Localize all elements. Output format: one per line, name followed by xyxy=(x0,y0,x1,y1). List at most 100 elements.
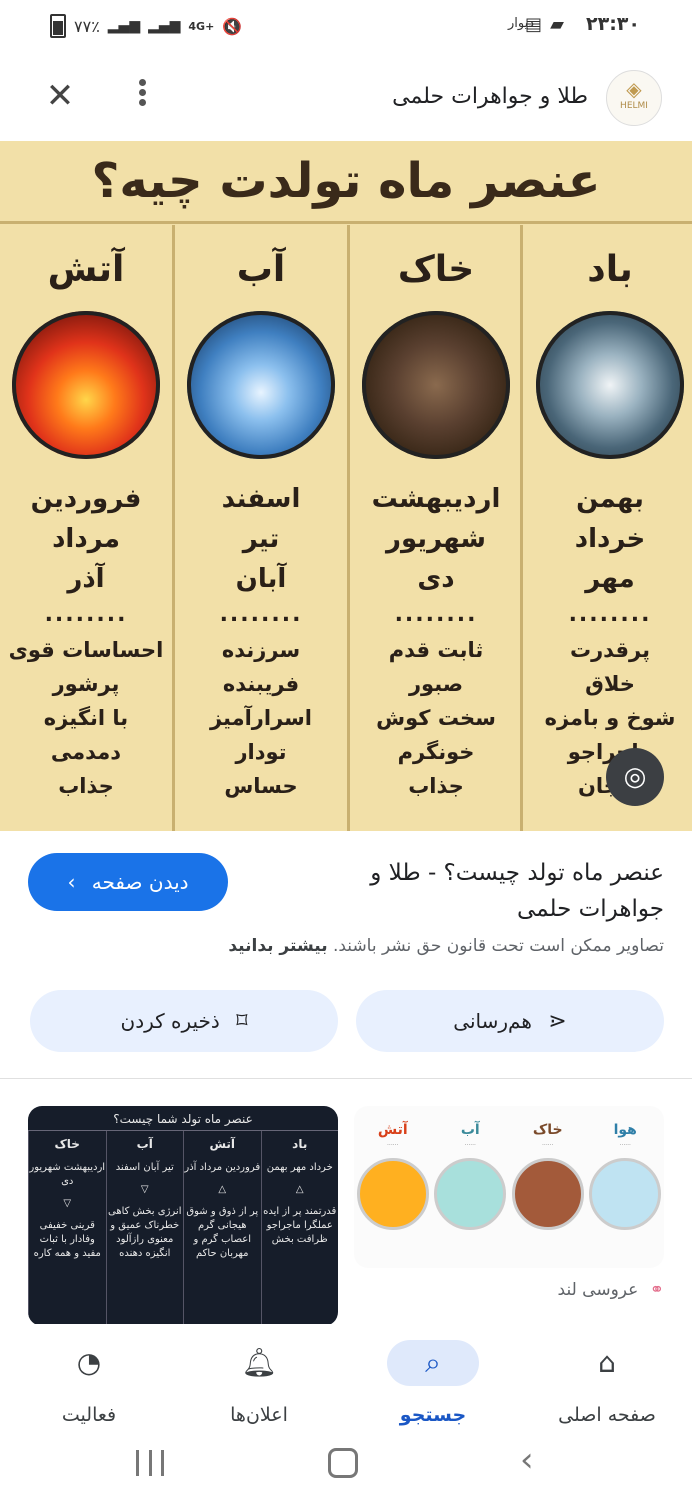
related-image-title: عنصر ماه تولد شما چیست؟ xyxy=(28,1112,338,1131)
related-image[interactable]: عنصر ماه تولد شما چیست؟ باد خرداد مهر به… xyxy=(28,1106,338,1326)
related-column: خاک اردیبهشت شهریور دی ▽ قرینی خفیفی وفا… xyxy=(28,1131,106,1326)
battery-icon xyxy=(50,14,66,38)
system-navigation: ‹ xyxy=(0,1436,692,1500)
logo-text: HELMI xyxy=(620,101,648,111)
related-column: خاک ······ xyxy=(509,1106,587,1268)
month: اردیبهشت xyxy=(371,484,501,514)
trait: سخت کوش xyxy=(376,706,496,730)
earth-icon xyxy=(362,311,510,459)
nav-search[interactable]: ⌕ جستجو xyxy=(348,1332,518,1432)
nav-home[interactable]: ⌂ صفحه اصلی xyxy=(522,1332,692,1432)
month: مرداد xyxy=(52,524,120,554)
element-column-earth: خاک اردیبهشت شهریور دی ........ ثابت قدم… xyxy=(350,225,522,831)
trait: فریبنده xyxy=(222,672,300,696)
activity-icon: ◔ xyxy=(76,1346,102,1379)
recents-icon[interactable] xyxy=(136,1450,164,1478)
close-icon[interactable]: ✕ xyxy=(40,76,80,116)
related-column-name: آب xyxy=(136,1137,153,1151)
dots-separator: ........ xyxy=(219,602,303,627)
element-name: آتش xyxy=(47,249,125,290)
result-title[interactable]: عنصر ماه تولد چیست؟ - طلا و جواهرات حلمی xyxy=(334,855,664,927)
trait: دمدمی xyxy=(50,740,122,764)
trait: خلاق xyxy=(585,672,635,696)
mute-icon: 🔇 xyxy=(222,16,243,36)
divider xyxy=(0,1078,692,1079)
water-icon xyxy=(187,311,335,459)
element-name: خاک xyxy=(397,249,475,290)
related-image[interactable]: هوا ······ خاک ······ آب ······ آتش ····… xyxy=(354,1106,664,1268)
nav-label: فعالیت xyxy=(61,1404,117,1426)
related-column-months: اردیبهشت شهریور دی xyxy=(29,1162,106,1187)
trait: صبور xyxy=(408,672,464,696)
search-icon: ⌕ xyxy=(387,1340,479,1386)
related-column-name: آتش xyxy=(377,1122,408,1138)
trait: شوخ و بامزه xyxy=(544,706,676,730)
calendar-icon: ▤ xyxy=(524,14,542,35)
page-header: ✕ طلا و جواهرات حلمی ◈ HELMI xyxy=(0,62,692,134)
visit-page-button[interactable]: دیدن صفحه › xyxy=(28,853,228,911)
trait: با انگیزه xyxy=(43,706,129,730)
trait: پرشور xyxy=(52,672,120,696)
related-column-name: آتش xyxy=(209,1137,236,1151)
wind-icon xyxy=(536,311,684,459)
related-column-traits: انرژی بخش کاهی خطرناک عمیق و معنوی رازآل… xyxy=(108,1206,182,1259)
home-icon: ⌂ xyxy=(598,1346,616,1379)
dots-separator: ........ xyxy=(568,602,652,627)
related-column: آتش ······ xyxy=(354,1106,432,1268)
signal-icon: ▂▄▆ xyxy=(107,18,141,34)
copyright-notice: تصاویر ممکن است تحت قانون حق نشر باشند. … xyxy=(24,936,664,956)
related-column-name: آب xyxy=(460,1122,480,1138)
trait: احساسات قوی xyxy=(8,638,164,662)
trait: پرقدرت xyxy=(569,638,651,662)
trait: سرزنده xyxy=(221,638,301,662)
bottom-navigation: ⌂ صفحه اصلی ⌕ جستجو 🔔︎ اعلان‌ها ◔ فعالیت xyxy=(0,1324,692,1436)
related-column-months: فروردین مرداد آذر xyxy=(184,1162,261,1173)
triangle-icon: ▽ xyxy=(140,1184,149,1195)
share-label: هم‌رسانی xyxy=(453,1009,532,1033)
nav-label: صفحه اصلی xyxy=(558,1404,656,1426)
message-icon: ▰ xyxy=(550,14,564,35)
related-column-traits: پر از ذوق و شوق هیجانی گرم اعصاب گرم و م… xyxy=(186,1206,259,1259)
more-options-icon[interactable] xyxy=(122,76,162,116)
nav-activity[interactable]: ◔ فعالیت xyxy=(4,1332,174,1432)
triangle-icon: △ xyxy=(218,1184,227,1195)
save-button[interactable]: ⌑ ذخیره کردن xyxy=(30,990,338,1052)
trait: اسرارآمیز xyxy=(209,706,313,730)
lens-search-icon[interactable]: ◎ xyxy=(606,748,664,806)
related-column-name: خاک xyxy=(532,1122,563,1138)
clock: ۲۳:۳۰ xyxy=(586,13,640,35)
related-source[interactable]: ⚭ عروسی لند xyxy=(558,1280,664,1300)
diamond-icon: ◈ xyxy=(626,77,642,101)
back-icon[interactable]: ‹ xyxy=(520,1440,534,1480)
related-column: آتش فروردین مرداد آذر △ پر از ذوق و شوق … xyxy=(183,1131,261,1326)
network-type: 4G+ xyxy=(188,19,215,33)
visit-page-label: دیدن صفحه xyxy=(91,870,189,894)
cloud-icon xyxy=(589,1158,662,1230)
related-column-months: تیر آبان اسفند xyxy=(115,1162,174,1173)
trait: ثابت قدم xyxy=(388,638,484,662)
trait: جذاب xyxy=(408,774,464,798)
fine-print: ······ xyxy=(542,1142,554,1149)
related-column: باد خرداد مهر بهمن △ قدرتمند پر از ایده … xyxy=(260,1131,339,1326)
trait: خونگرم xyxy=(397,740,475,764)
related-column-name: هوا xyxy=(613,1122,637,1138)
main-image[interactable]: عنصر ماه تولدت چیه؟ باد بهمن خرداد مهر .… xyxy=(0,141,692,831)
trait: تودار xyxy=(235,740,287,764)
chevron-right-icon: › xyxy=(67,870,76,894)
triangle-icon: ▽ xyxy=(63,1198,72,1209)
month: دی xyxy=(417,564,455,594)
save-label: ذخیره کردن xyxy=(120,1009,220,1033)
bell-icon: 🔔︎ xyxy=(241,1346,277,1379)
month: تیر xyxy=(242,524,280,554)
month: آذر xyxy=(67,564,105,594)
share-button[interactable]: ⋖ هم‌رسانی xyxy=(356,990,664,1052)
nav-notifications[interactable]: 🔔︎ اعلان‌ها xyxy=(174,1332,344,1432)
learn-more-link[interactable]: بیشتر بدانید xyxy=(228,936,327,956)
month: فروردین xyxy=(30,484,142,514)
home-button-icon[interactable] xyxy=(328,1448,358,1478)
related-column: آب ······ xyxy=(432,1106,510,1268)
site-title[interactable]: طلا و جواهرات حلمی xyxy=(392,84,588,109)
bookmark-icon: ⌑ xyxy=(236,1009,248,1034)
month: آبان xyxy=(235,564,287,594)
site-logo[interactable]: ◈ HELMI xyxy=(606,70,662,126)
